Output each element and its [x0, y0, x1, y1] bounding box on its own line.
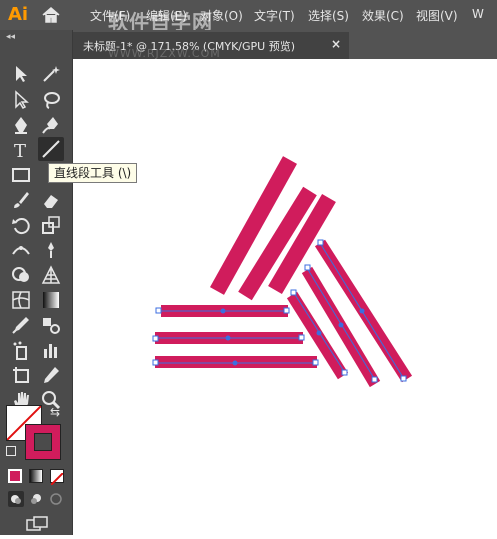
collapse-icon[interactable]: ◂◂ [6, 32, 15, 42]
line-segment-tool-icon[interactable] [38, 137, 64, 161]
gradient-mode-icon[interactable] [29, 469, 43, 483]
app-logo: Ai [8, 4, 29, 25]
swap-icon[interactable]: ⇆ [50, 405, 60, 419]
rotate-tool-icon[interactable] [10, 214, 32, 236]
tools-panel: ◂◂ T ⇆ [0, 30, 73, 535]
selection-tool-icon[interactable] [10, 63, 32, 85]
close-icon[interactable]: × [331, 37, 341, 51]
shape-builder-tool-icon[interactable] [10, 264, 32, 286]
default-colors-icon[interactable] [6, 446, 16, 456]
menu-window[interactable]: W [472, 7, 484, 21]
eyedropper-tool-icon[interactable] [10, 314, 32, 336]
mesh-tool-icon[interactable] [10, 289, 32, 311]
draw-normal-icon[interactable] [8, 491, 24, 507]
type-tool-icon[interactable]: T [10, 139, 32, 162]
slice-tool-icon[interactable] [40, 364, 62, 386]
gradient-tool-icon[interactable] [40, 289, 62, 311]
artboard-canvas[interactable]: WWW.RJZXW.COM [73, 47, 497, 535]
menu-effect[interactable]: 效果(C) [362, 7, 404, 24]
eraser-tool-icon[interactable] [40, 189, 62, 211]
draw-behind-icon[interactable] [28, 491, 44, 507]
screen-mode-icon[interactable] [26, 516, 48, 532]
column-graph-tool-icon[interactable] [40, 339, 62, 361]
menu-bar: Ai 文件(F) 编辑(E) 对象(O) 文字(T) 选择(S) 效果(C) 视… [0, 0, 497, 34]
paintbrush-tool-icon[interactable] [10, 189, 32, 211]
curvature-tool-icon[interactable] [40, 114, 62, 136]
stroke-swatch[interactable] [25, 424, 61, 460]
pen-tool-icon[interactable] [10, 114, 32, 136]
symbol-sprayer-tool-icon[interactable] [10, 339, 32, 361]
scale-tool-icon[interactable] [40, 214, 62, 236]
rectangle-tool-icon[interactable] [10, 164, 32, 186]
svg-text:T: T [14, 141, 26, 161]
tool-tooltip: 直线段工具 (\) [48, 163, 138, 183]
blend-tool-icon[interactable] [40, 314, 62, 336]
watermark-url: WWW.RJZXW.COM [108, 47, 221, 60]
artboard-tool-icon[interactable] [10, 364, 32, 386]
magic-wand-tool-icon[interactable] [40, 63, 62, 85]
menu-type[interactable]: 文字(T) [254, 7, 295, 24]
perspective-grid-tool-icon[interactable] [40, 264, 62, 286]
color-mode-icon[interactable] [8, 469, 22, 483]
puppet-warp-tool-icon[interactable] [40, 239, 62, 261]
lasso-tool-icon[interactable] [40, 89, 62, 111]
width-tool-icon[interactable] [10, 239, 32, 261]
menu-view[interactable]: 视图(V) [416, 7, 458, 24]
home-icon[interactable] [40, 5, 62, 25]
menu-select[interactable]: 选择(S) [308, 7, 349, 24]
none-mode-icon[interactable] [50, 469, 64, 486]
direct-selection-tool-icon[interactable] [10, 89, 32, 111]
draw-inside-icon[interactable] [48, 491, 64, 507]
artwork [152, 156, 413, 388]
